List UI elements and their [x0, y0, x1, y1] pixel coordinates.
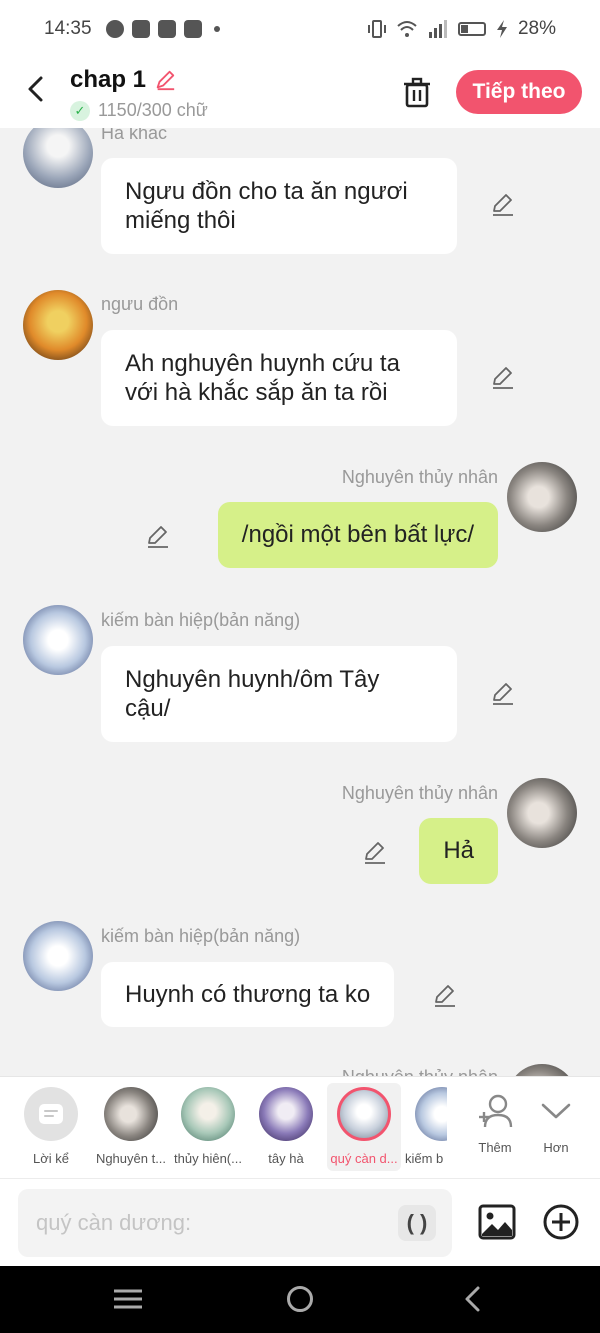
charging-icon [496, 20, 507, 38]
avatar [259, 1087, 313, 1141]
edit-title-icon[interactable] [154, 69, 176, 91]
speaker-name: Hà khắc [101, 128, 168, 143]
edit-message-icon[interactable] [432, 982, 458, 1008]
message-line: Ngưu đồn cho ta ăn ngươi [125, 178, 408, 205]
message-line: /ngồi một bên bất lực/ [241, 521, 474, 548]
character-label: Lời kể [33, 1151, 69, 1166]
back-button[interactable] [22, 74, 52, 104]
avatar[interactable] [507, 462, 577, 532]
image-icon[interactable] [478, 1203, 516, 1241]
avatar[interactable] [507, 778, 577, 848]
battery-percent: 28% [517, 18, 556, 39]
chapter-title-text: chap 1 [70, 66, 147, 93]
edit-message-icon[interactable] [490, 191, 516, 217]
avatar [415, 1087, 447, 1141]
message-bubble[interactable]: Hả [419, 818, 498, 884]
speaker-name: kiếm bàn hiệp(bản năng) [101, 926, 301, 946]
system-back-icon[interactable] [460, 1284, 486, 1314]
speaker-name: Nghuyên thủy nhân [341, 467, 498, 487]
messenger-icon [105, 20, 124, 38]
message-bubble[interactable]: Ngưu đồn cho ta ăn ngươi miếng thôi [101, 158, 457, 254]
wifi-icon [397, 21, 417, 37]
notification-icons [105, 20, 220, 38]
chevron-down-icon [541, 1103, 571, 1119]
character-bar: Lời kể Nghuyên t... thủy hiên(... tây hà… [0, 1076, 600, 1178]
message-bubble[interactable]: /ngồi một bên bất lực/ [217, 502, 498, 568]
message-bubble[interactable]: Nghuyên huynh/ôm Tây cậu/ [101, 646, 457, 742]
edit-message-icon[interactable] [145, 523, 171, 549]
edit-message-icon[interactable] [490, 364, 516, 390]
facebook-icon [131, 20, 150, 38]
avatar [181, 1087, 235, 1141]
more-label: Hơn [543, 1140, 569, 1155]
message-bubble[interactable]: Huynh có thương ta ko [101, 962, 395, 1027]
more-characters-button[interactable]: Hơn [519, 1083, 593, 1171]
speaker-name: kiếm bàn hiệp(bản năng) [101, 610, 301, 630]
avatar[interactable] [23, 128, 93, 188]
edit-message-icon[interactable] [490, 680, 516, 706]
character-label: quý càn d... [330, 1151, 398, 1166]
plus-circle-icon[interactable] [542, 1203, 580, 1241]
message-line: Hả [443, 837, 474, 864]
add-user-icon [479, 1094, 513, 1128]
word-count: ✓ 1150/300 chữ [70, 100, 208, 121]
message-input[interactable] [18, 1189, 378, 1257]
character-item-selected[interactable]: quý càn d... [327, 1083, 401, 1171]
chapter-title[interactable]: chap 1 [70, 66, 176, 94]
speaker-name: Nghuyên thủy nhân [342, 1067, 498, 1076]
character-label: kiếm b [405, 1151, 444, 1166]
character-narration[interactable]: Lời kể [14, 1083, 88, 1171]
message-line: miếng thôi [125, 207, 236, 234]
message-line: Nghuyên huynh/ôm Tây [125, 666, 380, 693]
character-item[interactable]: Nghuyên t... [92, 1083, 170, 1171]
recent-apps-icon[interactable] [114, 1288, 142, 1310]
avatar[interactable] [23, 605, 93, 675]
editor-header: chap 1 ✓ 1150/300 chữ Tiếp theo [0, 58, 600, 128]
narration-icon [24, 1087, 78, 1141]
status-right: 28% [367, 18, 556, 40]
character-label: tây hà [268, 1151, 304, 1166]
action-parentheses-button[interactable]: ( ) [398, 1205, 436, 1241]
message-line: với hà khắc sắp ăn ta rồi [125, 379, 388, 406]
trash-icon[interactable] [402, 76, 432, 108]
system-nav-bar [0, 1266, 600, 1333]
avatar [337, 1087, 391, 1141]
signal-icon [428, 20, 447, 38]
character-item[interactable]: kiếm b [405, 1083, 447, 1171]
more-notifications-icon [213, 26, 220, 32]
check-icon: ✓ [70, 100, 90, 121]
character-item[interactable]: tây hà [249, 1083, 323, 1171]
youtube-icon [183, 20, 202, 38]
status-time: 14:35 [44, 18, 92, 39]
message-line: cậu/ [125, 695, 171, 722]
character-label: thủy hiên(... [174, 1151, 242, 1166]
avatar[interactable] [23, 921, 93, 991]
home-icon[interactable] [287, 1286, 313, 1312]
word-count-text: 1150/300 chữ [98, 100, 208, 120]
character-label: Nghuyên t... [95, 1151, 167, 1166]
next-button[interactable]: Tiếp theo [456, 70, 582, 114]
chevron-left-icon [28, 76, 43, 102]
edit-message-icon[interactable] [362, 839, 388, 865]
status-bar: 14:35 28% [0, 0, 600, 58]
message-line: Huynh có thương ta ko [125, 981, 371, 1008]
composer: ( ) [0, 1178, 600, 1266]
speaker-name: ngưu đồn [101, 294, 179, 314]
vibrate-icon [367, 20, 386, 38]
message-bubble[interactable]: Ah nghuyên huynh cứu ta với hà khắc sắp … [101, 330, 457, 426]
message-line: Ah nghuyên huynh cứu ta [125, 350, 400, 377]
chat-area[interactable]: Hà khắc Ngưu đồn cho ta ăn ngươi miếng t… [0, 128, 600, 1076]
message-input-box[interactable]: ( ) [18, 1189, 452, 1257]
avatar [104, 1087, 158, 1141]
battery-icon [457, 22, 486, 36]
character-item[interactable]: thủy hiên(... [170, 1083, 246, 1171]
speaker-name: Nghuyên thủy nhân [341, 783, 498, 803]
capcut-icon [157, 20, 176, 38]
avatar[interactable] [507, 1064, 577, 1076]
avatar[interactable] [23, 290, 93, 360]
